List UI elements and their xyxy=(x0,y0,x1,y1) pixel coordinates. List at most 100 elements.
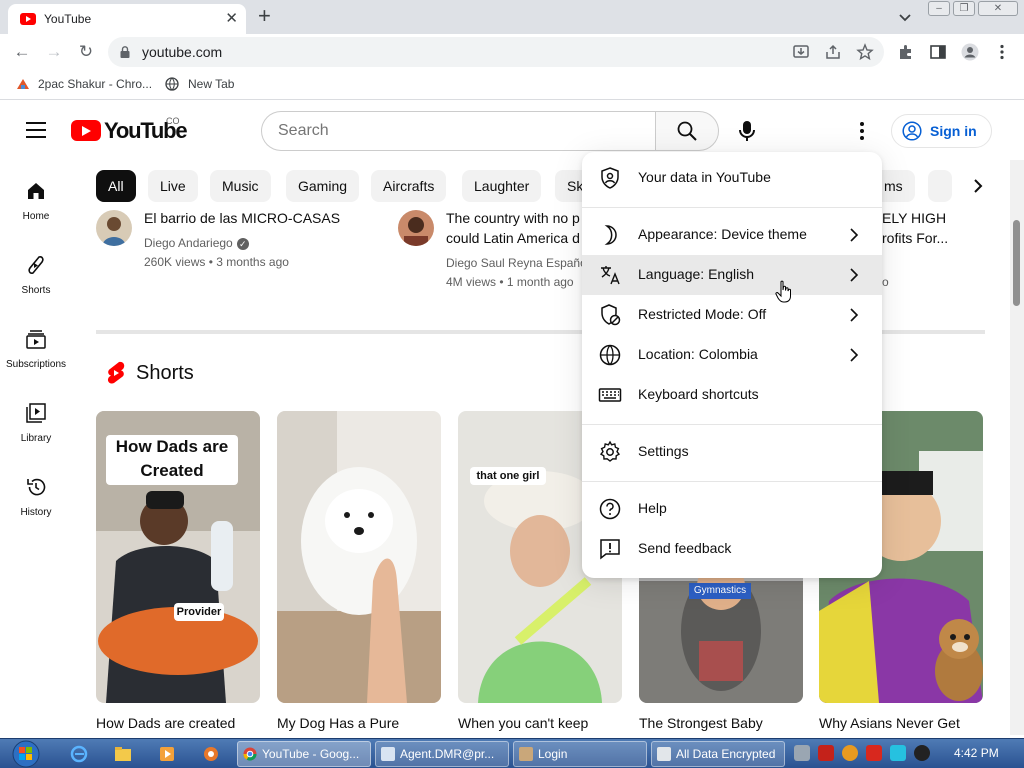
search-input[interactable] xyxy=(278,122,638,140)
menu-item-send-feedback[interactable]: Send feedback xyxy=(582,529,882,569)
menu-item-label: Location: Colombia xyxy=(638,346,758,362)
taskbar-button-label: YouTube - Goog... xyxy=(262,747,360,761)
menu-item-label: Help xyxy=(638,500,667,516)
video-title[interactable]: El barrio de las MICRO-CASAS xyxy=(144,208,384,228)
short-title[interactable]: Why Asians Never Get xyxy=(819,715,983,731)
guide-menu-icon[interactable] xyxy=(26,122,46,138)
browser-menu-icon[interactable] xyxy=(993,43,1011,61)
video-title-line[interactable]: rofits For... xyxy=(882,228,982,248)
moon-icon xyxy=(604,225,617,245)
share-icon[interactable] xyxy=(824,43,842,61)
close-tab-icon[interactable]: ✕ xyxy=(225,9,238,27)
bookmark-item[interactable]: 2pac Shakur - Chro... xyxy=(38,77,152,91)
account-circle-icon xyxy=(902,121,922,141)
taskbar-button-chrome[interactable]: YouTube - Goog... xyxy=(237,741,371,767)
tray-display-icon[interactable] xyxy=(890,745,906,761)
video-title-line[interactable]: could Latin America d xyxy=(446,228,582,248)
tray-volume-icon[interactable] xyxy=(914,745,930,761)
chip-partial-edge[interactable] xyxy=(928,170,952,202)
short-title[interactable]: My Dog Has a Pure xyxy=(277,715,441,731)
chip-laughter[interactable]: Laughter xyxy=(462,170,542,202)
guide-item-shorts[interactable]: Shorts xyxy=(0,254,72,314)
window-app-icon xyxy=(381,747,395,761)
menu-item-appearance[interactable]: Appearance: Device theme xyxy=(582,215,882,255)
menu-item-settings[interactable]: Settings xyxy=(582,432,882,472)
window-close-button[interactable]: ✕ xyxy=(978,1,1018,16)
tray-antivirus-icon[interactable] xyxy=(818,745,834,761)
minimize-button[interactable]: – xyxy=(928,1,950,16)
video-channel[interactable]: Diego Andariego ✓ xyxy=(144,236,249,250)
menu-item-language[interactable]: Language: English xyxy=(582,255,882,295)
taskbar-button-login[interactable]: Login xyxy=(513,741,647,767)
youtube-logo-icon[interactable] xyxy=(71,120,101,141)
profile-avatar-icon[interactable] xyxy=(961,43,979,61)
browser-tab[interactable]: YouTube ✕ xyxy=(8,4,246,34)
media-player-icon[interactable] xyxy=(158,745,176,763)
menu-item-label: Keyboard shortcuts xyxy=(638,386,759,402)
bookmark-item[interactable]: New Tab xyxy=(188,77,234,91)
guide-item-history[interactable]: History xyxy=(0,476,72,536)
file-explorer-icon[interactable] xyxy=(114,745,132,763)
video-title-line[interactable]: ELY HIGH xyxy=(882,208,982,228)
channel-avatar[interactable] xyxy=(96,210,132,246)
menu-divider xyxy=(582,481,882,482)
browser-toolbar: ← → ↻ youtube.com xyxy=(0,34,1024,70)
tab-search-chevron-icon[interactable] xyxy=(896,8,914,26)
side-panel-icon[interactable] xyxy=(929,43,947,61)
guide-item-library[interactable]: Library xyxy=(0,402,72,462)
bookmark-star-icon[interactable] xyxy=(856,43,874,61)
guide-item-label: Subscriptions xyxy=(5,359,67,370)
channel-name[interactable]: Diego Saul Reyna Español xyxy=(446,256,582,270)
chip-live[interactable]: Live xyxy=(148,170,198,202)
short-thumbnail[interactable]: How Dads are Created Provider xyxy=(96,411,260,703)
shorts-logo-icon xyxy=(107,361,125,384)
extensions-puzzle-icon[interactable] xyxy=(897,43,915,61)
guide-item-subscriptions[interactable]: Subscriptions xyxy=(0,328,72,388)
short-title[interactable]: The Strongest Baby xyxy=(639,715,803,731)
address-bar[interactable]: youtube.com xyxy=(108,37,884,67)
chrome-icon xyxy=(243,747,257,761)
internet-explorer-icon[interactable] xyxy=(70,745,88,763)
sign-in-button[interactable]: Sign in xyxy=(891,114,992,148)
tray-search-icon[interactable] xyxy=(842,745,858,761)
chip-music[interactable]: Music xyxy=(210,170,271,202)
chip-aircrafts[interactable]: Aircrafts xyxy=(371,170,447,202)
chip-all[interactable]: All xyxy=(96,170,136,202)
forward-arrow-icon[interactable]: → xyxy=(44,42,64,62)
short-title[interactable]: How Dads are created xyxy=(96,715,260,731)
channel-name[interactable]: Diego Andariego xyxy=(144,236,233,250)
search-button[interactable] xyxy=(655,111,719,151)
channel-avatar[interactable] xyxy=(398,210,434,246)
menu-item-keyboard-shortcuts[interactable]: Keyboard shortcuts xyxy=(582,375,882,415)
menu-item-your-data[interactable]: Your data in YouTube xyxy=(582,158,882,198)
system-clock[interactable]: 4:42 PM xyxy=(954,746,999,760)
settings-more-icon[interactable] xyxy=(850,120,874,142)
url-text: youtube.com xyxy=(142,44,223,60)
windows-start-icon[interactable] xyxy=(6,740,46,768)
install-app-icon[interactable] xyxy=(792,43,810,61)
video-title-line[interactable]: The country with no p xyxy=(446,208,582,228)
guide-item-label: Home xyxy=(22,211,50,222)
menu-item-help[interactable]: Help xyxy=(582,489,882,529)
menu-item-label: Your data in YouTube xyxy=(638,169,771,185)
microphone-icon[interactable] xyxy=(729,113,765,149)
chevron-right-icon[interactable] xyxy=(968,176,988,196)
reload-icon[interactable]: ↻ xyxy=(76,42,96,62)
taskbar-button-label: All Data Encrypted xyxy=(676,747,776,761)
restore-button[interactable]: ❐ xyxy=(953,1,975,16)
short-title[interactable]: When you can't keep xyxy=(458,715,622,731)
page-scrollbar-thumb[interactable] xyxy=(1013,220,1020,306)
app-shortcut-icon[interactable] xyxy=(202,745,220,763)
short-thumbnail[interactable] xyxy=(277,411,441,703)
guide-item-home[interactable]: Home xyxy=(0,180,72,240)
menu-item-restricted-mode[interactable]: Restricted Mode: Off xyxy=(582,295,882,335)
tray-flag-icon[interactable] xyxy=(866,745,882,761)
taskbar-button-agent[interactable]: Agent.DMR@pr... xyxy=(375,741,509,767)
chip-gaming[interactable]: Gaming xyxy=(286,170,360,202)
tray-network-icon[interactable] xyxy=(794,745,810,761)
menu-item-location[interactable]: Location: Colombia xyxy=(582,335,882,375)
new-tab-button[interactable]: + xyxy=(258,4,271,28)
taskbar-button-encrypted[interactable]: All Data Encrypted xyxy=(651,741,785,767)
short-overlay-caption: Gymnastics xyxy=(689,583,751,599)
back-arrow-icon[interactable]: ← xyxy=(12,42,32,62)
